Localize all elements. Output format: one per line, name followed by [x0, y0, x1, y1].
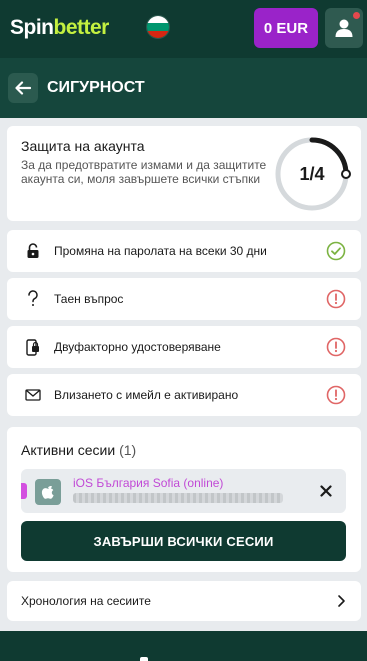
progress-label: 1/4 — [299, 163, 325, 184]
page-header: СИГУРНОСТ — [0, 58, 367, 118]
language-flag-icon[interactable] — [146, 15, 170, 39]
phone-lock-icon — [23, 337, 43, 357]
logo-better: better — [53, 16, 110, 39]
user-icon — [335, 19, 353, 37]
session-item: iOS България Sofia (online) — [21, 469, 346, 513]
step-label: Таен въпрос — [54, 292, 124, 306]
bottom-indicator — [140, 657, 148, 661]
protection-description: За да предотвратите измами и да защитите… — [21, 158, 267, 186]
warning-circle-icon — [326, 337, 346, 357]
history-label: Хронология на сесиите — [21, 594, 151, 608]
active-sessions-card: Активни сесии (1) iOS България Sofia (on… — [7, 427, 361, 572]
warning-circle-icon — [326, 289, 346, 309]
lock-icon — [23, 241, 43, 261]
sessions-count: (1) — [119, 442, 137, 458]
account-protection-card: Защита на акаунта За да предотвратите из… — [7, 126, 361, 221]
arrow-left-icon — [15, 81, 31, 95]
step-password-change[interactable]: Промяна на паролата на всеки 30 дни — [7, 230, 361, 272]
close-icon[interactable] — [316, 481, 336, 501]
session-details-redacted — [73, 493, 283, 503]
notification-dot — [353, 12, 360, 19]
session-name: iOS България Sofia (online) — [73, 476, 224, 490]
protection-title: Защита на акаунта — [21, 138, 145, 154]
step-secret-question[interactable]: Таен въпрос — [7, 278, 361, 320]
sessions-title: Активни сесии (1) — [21, 442, 136, 458]
step-label: Влизането с имейл е активирано — [54, 388, 239, 402]
device-icon — [35, 479, 61, 505]
sessions-title-text: Активни сесии — [21, 442, 116, 458]
step-label: Двуфакторно удостоверяване — [54, 340, 221, 354]
bottom-bar — [0, 631, 367, 661]
logo[interactable]: Spinbetter — [10, 16, 109, 40]
chevron-right-icon — [338, 595, 345, 607]
profile-button[interactable] — [325, 8, 363, 48]
back-button[interactable] — [8, 73, 38, 103]
session-history-link[interactable]: Хронология на сесиите — [7, 581, 361, 621]
end-all-sessions-button[interactable]: ЗАВЪРШИ ВСИЧКИ СЕСИИ — [21, 521, 346, 561]
step-email-login[interactable]: Влизането с имейл е активирано — [7, 374, 361, 416]
page-title: СИГУРНОСТ — [47, 79, 145, 96]
check-circle-icon — [326, 241, 346, 261]
top-bar: Spinbetter 0 EUR — [0, 0, 367, 58]
balance-button[interactable]: 0 EUR — [254, 8, 318, 48]
logo-spin: Spin — [10, 16, 54, 39]
warning-circle-icon — [326, 385, 346, 405]
question-icon — [23, 289, 43, 309]
step-two-factor[interactable]: Двуфакторно удостоверяване — [7, 326, 361, 368]
session-active-marker — [21, 483, 27, 499]
step-label: Промяна на паролата на всеки 30 дни — [54, 244, 267, 258]
mail-icon — [23, 385, 43, 405]
